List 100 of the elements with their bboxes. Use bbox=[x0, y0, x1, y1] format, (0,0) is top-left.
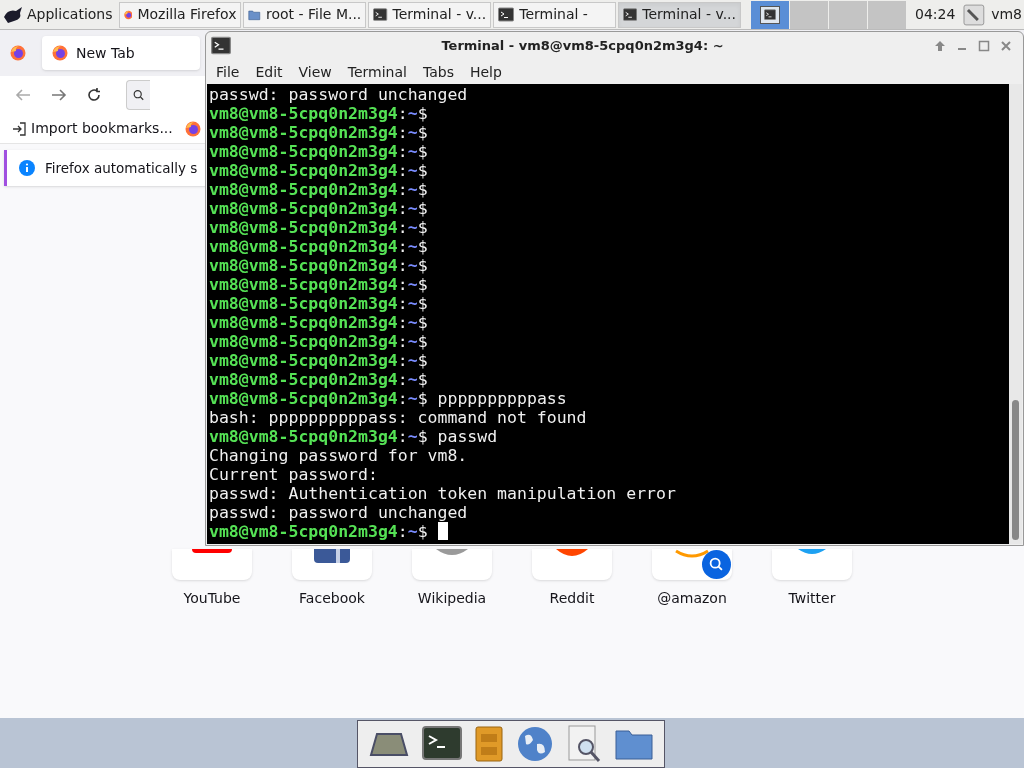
prompt-separator: : bbox=[397, 389, 408, 408]
prompt-path: ~ bbox=[407, 332, 418, 351]
prompt-path: ~ bbox=[407, 123, 418, 142]
site-tile[interactable] bbox=[412, 549, 492, 580]
prompt-separator: : bbox=[397, 218, 408, 237]
taskbar-button[interactable]: Terminal - v... bbox=[368, 1, 492, 28]
prompt-symbol: $ bbox=[417, 161, 428, 180]
prompt-symbol: $ bbox=[417, 104, 428, 123]
prompt-path: ~ bbox=[407, 218, 418, 237]
prompt-symbol: $ bbox=[417, 275, 428, 294]
prompt-path: ~ bbox=[407, 294, 418, 313]
browser-tab[interactable]: New Tab bbox=[42, 36, 200, 70]
prompt-separator: : bbox=[397, 199, 408, 218]
close-icon[interactable] bbox=[1000, 40, 1012, 52]
address-field[interactable] bbox=[126, 80, 150, 110]
bird-logo-icon bbox=[798, 549, 826, 554]
site-tile[interactable] bbox=[292, 549, 372, 580]
prompt-separator: : bbox=[397, 522, 408, 541]
prompt-user-host: vm8@vm8-5cpq0n2m3g4 bbox=[209, 313, 398, 332]
terminal-output: passwd: password unchanged bbox=[209, 503, 468, 522]
prompt-separator: : bbox=[397, 370, 408, 389]
prompt-path: ~ bbox=[407, 351, 418, 370]
prompt-path: ~ bbox=[407, 142, 418, 161]
folder-icon[interactable] bbox=[615, 728, 654, 760]
terminal-command: ppppppppppass bbox=[437, 389, 567, 408]
prompt-path: ~ bbox=[407, 237, 418, 256]
back-icon[interactable] bbox=[14, 87, 32, 103]
firefox-icon bbox=[52, 45, 68, 61]
menu-item[interactable]: Terminal bbox=[339, 61, 415, 83]
prompt-symbol: $ bbox=[417, 142, 428, 161]
site-label[interactable]: Reddit bbox=[549, 588, 595, 609]
bookmark-item[interactable]: Import bookmarks... bbox=[12, 118, 173, 139]
terminal-icon bbox=[764, 8, 776, 21]
prompt-user-host: vm8@vm8-5cpq0n2m3g4 bbox=[209, 199, 398, 218]
site-label[interactable]: Twitter bbox=[788, 588, 836, 609]
taskbar-button[interactable]: Terminal - v... bbox=[618, 1, 741, 28]
taskbar-button[interactable]: Terminal - bbox=[493, 1, 617, 28]
info-icon bbox=[19, 160, 35, 176]
shade-icon[interactable] bbox=[934, 40, 946, 52]
terminal-icon[interactable] bbox=[422, 726, 462, 762]
prompt-symbol: $ bbox=[417, 180, 428, 199]
prompt-user-host: vm8@vm8-5cpq0n2m3g4 bbox=[209, 161, 398, 180]
menu-item[interactable]: File bbox=[208, 61, 248, 83]
prompt-path: ~ bbox=[407, 522, 418, 541]
prompt-separator: : bbox=[397, 332, 408, 351]
applications-menu[interactable]: Applications bbox=[2, 1, 117, 28]
prompt-separator: : bbox=[397, 161, 408, 180]
site-tile[interactable] bbox=[652, 549, 732, 580]
taskbar-button[interactable]: root - File M... bbox=[243, 1, 367, 28]
site-label[interactable]: Facebook bbox=[299, 588, 365, 609]
menu-item[interactable]: Edit bbox=[247, 61, 291, 83]
prompt-symbol: $ bbox=[417, 237, 428, 256]
terminal-command: passwd bbox=[437, 427, 498, 446]
prompt-user-host: vm8@vm8-5cpq0n2m3g4 bbox=[209, 180, 398, 199]
workspace-button[interactable] bbox=[751, 0, 789, 29]
forward-icon[interactable] bbox=[50, 87, 68, 103]
globe-icon[interactable] bbox=[516, 726, 553, 762]
prompt-user-host: vm8@vm8-5cpq0n2m3g4 bbox=[209, 522, 398, 541]
prompt-path: ~ bbox=[407, 275, 418, 294]
prompt-user-host: vm8@vm8-5cpq0n2m3g4 bbox=[209, 104, 398, 123]
file-cabinet-icon[interactable] bbox=[475, 726, 504, 762]
prompt-separator: : bbox=[397, 351, 408, 370]
prompt-symbol: $ bbox=[417, 294, 428, 313]
prompt-user-host: vm8@vm8-5cpq0n2m3g4 bbox=[209, 256, 398, 275]
prompt-path: ~ bbox=[407, 161, 418, 180]
clock: 04:24 bbox=[915, 5, 956, 24]
site-label[interactable]: Wikipedia bbox=[417, 588, 487, 609]
prompt-user-host: vm8@vm8-5cpq0n2m3g4 bbox=[209, 142, 398, 161]
import-icon bbox=[12, 121, 26, 136]
prompt-path: ~ bbox=[407, 313, 418, 332]
terminal-icon bbox=[373, 6, 388, 23]
prompt-separator: : bbox=[397, 180, 408, 199]
prompt-separator: : bbox=[397, 275, 408, 294]
prompt-symbol: $ bbox=[417, 313, 428, 332]
prompt-user-host: vm8@vm8-5cpq0n2m3g4 bbox=[209, 237, 398, 256]
prompt-symbol: $ bbox=[417, 427, 428, 446]
prompt-path: ~ bbox=[407, 370, 418, 389]
menu-item[interactable]: Help bbox=[461, 61, 510, 83]
terminal-icon bbox=[498, 6, 515, 23]
firefox-icon bbox=[10, 45, 26, 61]
scrollbar-thumb[interactable] bbox=[1012, 400, 1019, 540]
reload-icon[interactable] bbox=[86, 87, 102, 103]
prompt-separator: : bbox=[397, 427, 408, 446]
prompt-user-host: vm8@vm8-5cpq0n2m3g4 bbox=[209, 275, 398, 294]
prompt-user-host: vm8@vm8-5cpq0n2m3g4 bbox=[209, 389, 398, 408]
taskbar-button[interactable]: Mozilla Firefox bbox=[118, 1, 242, 28]
prompt-symbol: $ bbox=[417, 332, 428, 351]
prompt-separator: : bbox=[397, 104, 408, 123]
site-tile[interactable] bbox=[532, 549, 612, 580]
f-logo-icon bbox=[314, 549, 350, 563]
maximize-icon[interactable] bbox=[978, 40, 990, 52]
site-tile[interactable] bbox=[772, 549, 852, 580]
menu-item[interactable]: Tabs bbox=[414, 61, 462, 83]
menu-item[interactable]: View bbox=[290, 61, 340, 83]
play-logo-icon bbox=[192, 549, 232, 553]
document-search-icon[interactable] bbox=[565, 725, 602, 763]
prompt-separator: : bbox=[397, 123, 408, 142]
site-label[interactable]: @amazon bbox=[657, 588, 727, 609]
site-tile[interactable] bbox=[172, 549, 252, 580]
site-label[interactable]: YouTube bbox=[183, 588, 241, 609]
